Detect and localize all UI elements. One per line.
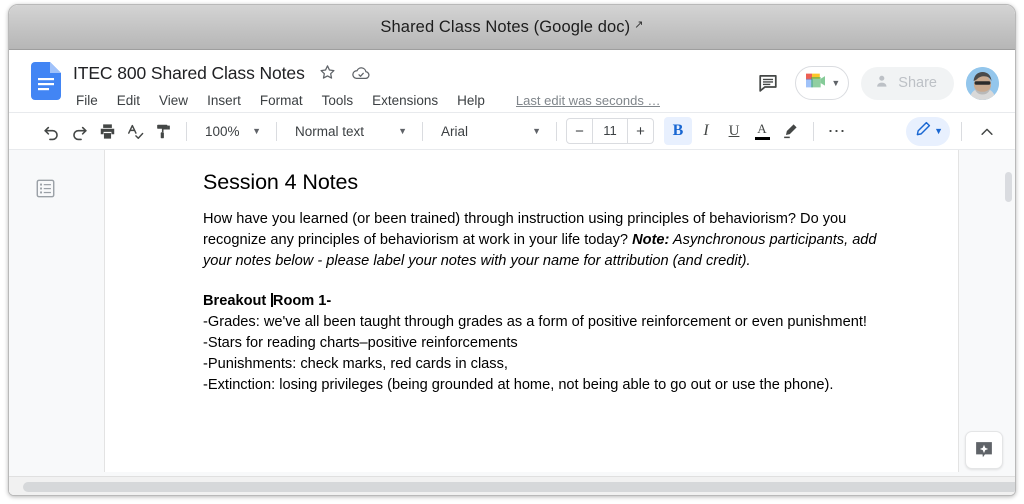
zoom-dropdown[interactable]: 100% ▼ <box>196 118 267 144</box>
font-size-decrease-button[interactable]: − <box>567 119 592 143</box>
vertical-scrollbar[interactable] <box>1001 150 1015 472</box>
window-titlebar: Shared Class Notes (Google doc) ↗ <box>9 5 1015 50</box>
last-edit-status[interactable]: Last edit was seconds … <box>516 93 661 108</box>
paragraph-style-dropdown[interactable]: Normal text ▼ <box>286 118 413 144</box>
external-link-icon[interactable]: ↗ <box>634 18 643 31</box>
google-docs-logo-icon[interactable] <box>31 62 61 100</box>
meet-dropdown-caret-icon[interactable]: ▼ <box>831 78 840 88</box>
menu-item-edit[interactable]: Edit <box>115 92 142 109</box>
breakout-heading-after-caret: Room 1- <box>272 293 332 310</box>
document-title[interactable]: ITEC 800 Shared Class Notes <box>73 63 305 84</box>
window-title: Shared Class Notes (Google doc) ↗ <box>380 18 643 37</box>
text-color-swatch <box>754 136 770 140</box>
more-options-button[interactable]: ⋯ <box>823 117 851 145</box>
header-actions: ▼ Share <box>753 66 999 100</box>
horizontal-scrollbar[interactable] <box>9 476 1015 495</box>
editing-mode-button[interactable]: ▼ <box>906 117 950 146</box>
list-item: -Extinction: losing privileges (being gr… <box>203 376 834 393</box>
star-icon[interactable] <box>318 63 338 83</box>
zoom-value: 100% <box>205 123 240 139</box>
list-item: -Grades: we've all been taught through g… <box>203 314 867 331</box>
vertical-scrollbar-thumb[interactable] <box>1005 172 1012 202</box>
italic-button[interactable]: I <box>692 117 720 145</box>
paragraph-intro: How have you learned (or been trained) t… <box>203 209 880 271</box>
font-size-input[interactable]: 11 <box>592 119 628 143</box>
user-avatar[interactable] <box>966 66 999 100</box>
toolbar-divider <box>276 121 277 141</box>
list-item: -Stars for reading charts–positive reinf… <box>203 334 518 351</box>
font-family-dropdown[interactable]: Arial ▼ <box>432 118 547 144</box>
cloud-done-icon[interactable] <box>351 63 371 83</box>
edit-pencil-icon <box>914 120 932 143</box>
toolbar-right-group: ▼ <box>906 117 1001 146</box>
share-button-label: Share <box>898 75 937 91</box>
list-item: -Punishments: check marks, red cards in … <box>203 355 508 372</box>
document-outline-icon[interactable] <box>35 178 56 199</box>
breakout-heading: Breakout Room 1- <box>203 291 880 312</box>
font-size-increase-button[interactable]: + <box>628 119 653 143</box>
bold-label: B <box>672 122 684 139</box>
horizontal-scrollbar-thumb[interactable] <box>23 482 1015 492</box>
share-button[interactable]: Share <box>861 66 954 100</box>
text-color-button[interactable]: A <box>748 117 776 145</box>
undo-icon[interactable] <box>37 117 65 145</box>
toolbar-divider <box>186 121 187 141</box>
menu-item-extensions[interactable]: Extensions <box>370 92 440 109</box>
italic-label: I <box>703 122 709 139</box>
menu-item-help[interactable]: Help <box>455 92 487 109</box>
chevron-down-icon: ▼ <box>532 125 541 136</box>
person-add-icon <box>874 73 891 94</box>
menu-item-file[interactable]: File <box>74 92 100 109</box>
chevron-down-icon: ▼ <box>398 125 407 136</box>
paragraph-style-value: Normal text <box>295 123 365 139</box>
toolbar-divider <box>961 122 962 141</box>
breakout-section: Breakout Room 1- -Grades: we've all been… <box>203 291 880 395</box>
browser-window: Shared Class Notes (Google doc) ↗ ITEC 8… <box>8 4 1016 496</box>
google-meet-button[interactable]: ▼ <box>795 66 850 100</box>
font-size-stepper: − 11 + <box>566 118 654 144</box>
underline-button[interactable]: U <box>720 117 748 145</box>
breakout-heading-before-caret: Breakout <box>203 293 271 310</box>
menu-item-tools[interactable]: Tools <box>320 92 356 109</box>
chevron-down-icon: ▼ <box>252 125 261 136</box>
window-title-text: Shared Class Notes (Google doc) <box>380 17 631 36</box>
bold-button[interactable]: B <box>664 117 692 145</box>
menu-item-insert[interactable]: Insert <box>205 92 243 109</box>
google-docs-app: ITEC 800 Shared Class Notes File Edit Vi… <box>9 50 1015 495</box>
docs-header: ITEC 800 Shared Class Notes File Edit Vi… <box>9 50 1015 112</box>
paint-format-icon[interactable] <box>149 117 177 145</box>
editing-mode-caret-icon[interactable]: ▼ <box>934 127 943 136</box>
comment-history-icon[interactable] <box>753 68 783 98</box>
collapse-toolbar-button[interactable] <box>973 118 1001 146</box>
text-color-label: A <box>757 121 767 136</box>
document-canvas: Session 4 Notes How have you learned (or… <box>9 149 1015 495</box>
spellcheck-icon[interactable] <box>121 117 149 145</box>
underline-label: U <box>728 122 740 139</box>
page-title: Session 4 Notes <box>203 170 359 194</box>
document-page[interactable]: Session 4 Notes How have you learned (or… <box>104 150 959 472</box>
menu-item-format[interactable]: Format <box>258 92 305 109</box>
toolbar-divider <box>813 121 814 141</box>
font-family-value: Arial <box>441 123 469 139</box>
print-icon[interactable] <box>93 117 121 145</box>
toolbar-divider <box>422 121 423 141</box>
document-body[interactable]: Session 4 Notes How have you learned (or… <box>105 150 958 395</box>
redo-icon[interactable] <box>65 117 93 145</box>
formatting-toolbar: 100% ▼ Normal text ▼ Arial ▼ − 11 + B I … <box>9 112 1015 149</box>
paragraph-note-label: Note: <box>632 231 670 248</box>
outline-rail <box>9 150 104 495</box>
google-meet-icon <box>803 71 828 95</box>
menu-item-view[interactable]: View <box>157 92 190 109</box>
comment-sparkle-icon[interactable] <box>965 431 1003 469</box>
toolbar-divider <box>556 121 557 141</box>
highlight-pen-icon[interactable] <box>776 117 804 145</box>
